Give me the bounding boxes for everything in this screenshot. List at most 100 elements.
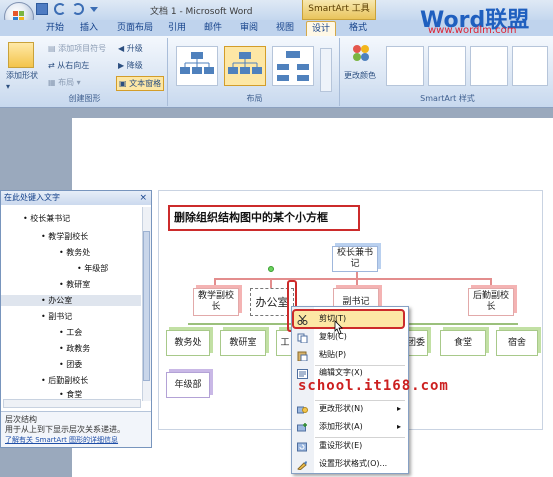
tab-home[interactable]: 开始 [40, 21, 70, 36]
list-item-text: 工会 [66, 328, 83, 337]
tab-mailings[interactable]: 邮件 [200, 21, 226, 36]
list-item[interactable]: • 年级部 [77, 263, 108, 274]
add-bullet-label: 添加项目符号 [58, 44, 107, 53]
paste-icon [297, 350, 308, 362]
style-thumb-3[interactable] [470, 46, 508, 86]
tab-review[interactable]: 审阅 [236, 21, 262, 36]
copy-icon [297, 332, 308, 344]
layout-group-label: 布局 [246, 94, 263, 103]
save-icon[interactable] [36, 3, 48, 15]
create-graphic-group: 添加形状 ▾ ▤ 添加项目符号 ⇄ 从右向左 ▦ 布局 ▾ ◀ 升级 ▶ 降级 … [2, 38, 168, 106]
smartart-styles-group: 更改颜色 SmartArt 样式 [342, 38, 553, 106]
menu-item-reset-shape[interactable]: 重设形状(E) [291, 437, 407, 455]
style-thumb-1[interactable] [386, 46, 424, 86]
close-icon[interactable]: × [139, 191, 147, 205]
demote-label: 降级 [126, 61, 143, 70]
org-box-canteen[interactable]: 食堂 [440, 330, 486, 356]
site-url: www.wordlm.com [428, 25, 517, 36]
connector [214, 278, 490, 280]
list-item-text: 团委 [66, 360, 83, 369]
list-item[interactable]: • 后勤副校长 [41, 375, 88, 386]
tab-view[interactable]: 视图 [272, 21, 298, 36]
add-shape-button[interactable]: 添加形状 [6, 70, 38, 81]
text-pane-title-label: 在此处键入文字 [4, 193, 60, 202]
redo-icon[interactable] [71, 3, 84, 15]
layout-gallery-scroll[interactable] [320, 48, 332, 92]
menu-item-change-shape[interactable]: 更改形状(N) ▸ [291, 400, 407, 418]
menu-item-cut[interactable]: 剪切(T) [291, 310, 407, 328]
change-colors-icon [350, 42, 372, 64]
horizontal-scrollbar[interactable] [3, 399, 141, 408]
right-to-left-button[interactable]: ⇄ 从右向左 [48, 60, 89, 71]
menu-item-format-shape[interactable]: 设置形状格式(O)... [291, 455, 407, 473]
list-item-text: 校长兼书记 [30, 214, 71, 223]
list-item[interactable]: • 工会 [59, 327, 82, 338]
list-item[interactable]: • 政教务 [59, 343, 90, 354]
list-item-text: 后勤副校长 [48, 376, 89, 385]
list-item[interactable]: • 团委 [59, 359, 82, 370]
edit-text-icon [297, 368, 308, 379]
tab-page-layout[interactable]: 页面布局 [110, 21, 160, 36]
org-chart-icon [228, 52, 262, 74]
change-shape-icon [297, 404, 308, 414]
reset-shape-icon [297, 441, 308, 452]
list-item[interactable]: • 教研室 [59, 279, 90, 290]
list-item[interactable]: • 食堂 [59, 389, 82, 399]
list-item-selected[interactable]: • 办公室 [1, 295, 141, 306]
tab-design[interactable]: 设计 [306, 21, 336, 36]
list-item-text: 政教务 [66, 344, 91, 353]
menu-item-label: 重设形状(E) [319, 441, 363, 450]
layout-thumb-1[interactable] [176, 46, 218, 86]
add-shape-dropdown-icon[interactable]: ▾ [6, 82, 10, 91]
footer-desc: 用于从上到下显示层次关系递进。 [5, 425, 125, 434]
connector [356, 278, 358, 288]
list-item[interactable]: • 校长兼书记 [23, 213, 70, 224]
promote-button[interactable]: ◀ 升级 [118, 43, 143, 54]
org-box-teaching-vp[interactable]: 教学副校长 [193, 288, 239, 316]
style-thumb-2[interactable] [428, 46, 466, 86]
org-box-grade-department[interactable]: 年级部 [166, 372, 210, 398]
scrollbar-thumb[interactable] [143, 231, 150, 381]
layout-button[interactable]: ▦ 布局 ▾ [48, 77, 81, 88]
quick-access-toolbar [36, 3, 134, 17]
org-box-academic-affairs[interactable]: 教务处 [166, 330, 210, 356]
menu-item-copy[interactable]: 复制(C) [291, 328, 407, 346]
list-item-text: 教研室 [66, 280, 91, 289]
rotate-handle[interactable] [268, 266, 274, 272]
submenu-arrow-icon: ▸ [396, 422, 401, 431]
right-to-left-label: 从右向左 [57, 61, 90, 70]
undo-icon[interactable] [53, 3, 66, 15]
menu-item-paste[interactable]: 粘贴(P) [291, 346, 407, 364]
style-thumb-4[interactable] [512, 46, 548, 86]
list-item[interactable]: • 副书记 [41, 311, 72, 322]
menu-item-label: 编辑文字(X) [319, 368, 363, 377]
add-bullet-button[interactable]: ▤ 添加项目符号 [48, 43, 106, 54]
menu-item-label: 添加形状(A) [319, 422, 363, 431]
list-item[interactable]: • 教学副校长 [41, 231, 88, 242]
list-item[interactable]: • 教务处 [59, 247, 90, 258]
org-box-logistics-vp[interactable]: 后勤副校长 [468, 288, 514, 316]
scissors-icon [297, 314, 308, 325]
menu-item-add-shape[interactable]: 添加形状(A) ▸ [291, 418, 407, 436]
list-item-text: 教学副校长 [48, 232, 89, 241]
change-colors-button[interactable]: 更改颜色 [344, 70, 376, 81]
mouse-cursor-icon [332, 320, 344, 339]
diagram-heading: 删除组织结构图中的某个小方框 [168, 205, 360, 231]
tab-references[interactable]: 引用 [164, 21, 190, 36]
layout-thumb-2-selected[interactable] [224, 46, 266, 86]
customize-toolbar-icon[interactable] [89, 6, 98, 12]
org-box-research-office[interactable]: 教研室 [220, 330, 266, 356]
text-pane-button[interactable]: ▣ 文本窗格 [116, 76, 165, 91]
layout-thumb-3[interactable] [272, 46, 314, 86]
text-pane-footer: 层次结构 用于从上到下显示层次关系递进。 了解有关 SmartArt 图形的详细… [1, 411, 151, 447]
window-title: 文档 1 - Microsoft Word [150, 7, 253, 17]
tab-format[interactable]: 格式 [344, 21, 372, 36]
list-item-text: 办公室 [48, 296, 73, 305]
add-shape-icon [297, 422, 308, 432]
submenu-arrow-icon: ▸ [396, 404, 401, 413]
org-box-principal[interactable]: 校长兼书记 [332, 246, 378, 272]
demote-button[interactable]: ▶ 降级 [118, 60, 143, 71]
learn-more-link[interactable]: 了解有关 SmartArt 图形的详细信息 [5, 435, 118, 445]
org-box-dormitory[interactable]: 宿舍 [496, 330, 538, 356]
tab-insert[interactable]: 插入 [74, 21, 104, 36]
